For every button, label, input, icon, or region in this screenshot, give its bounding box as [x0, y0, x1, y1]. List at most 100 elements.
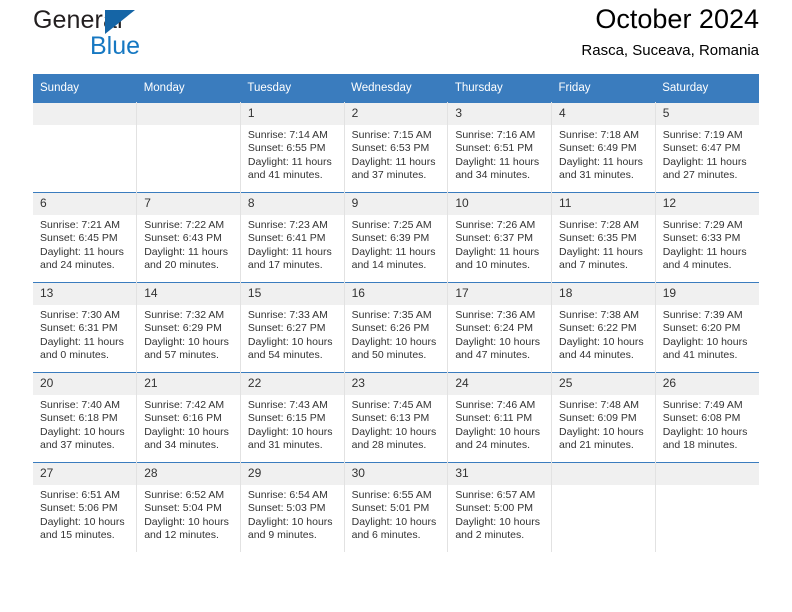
- day-number: [552, 463, 655, 485]
- day-number: 22: [240, 373, 344, 395]
- calendar-day-cell[interactable]: 5 Sunrise: 7:19 AM Sunset: 6:47 PM Daylight…: [654, 102, 759, 193]
- daylight-text-line1: Daylight: 11 hours: [40, 245, 124, 258]
- day-details: Sunrise: 7:15 AM Sunset: 6:53 PM Daylight:…: [345, 125, 448, 183]
- sunrise-text: Sunrise: 7:26 AM: [455, 219, 536, 231]
- daylight-text-line2: and 34 minutes.: [144, 439, 219, 452]
- sunrise-text: Sunrise: 6:52 AM: [144, 489, 225, 501]
- daylight-text-line2: and 14 minutes.: [351, 259, 427, 272]
- calendar-day-cell[interactable]: 7 Sunrise: 7:22 AM Sunset: 6:43 PM Daylight…: [136, 192, 241, 283]
- day-details: Sunrise: 7:29 AM Sunset: 6:33 PM Daylight:…: [656, 215, 759, 273]
- day-number: 11: [552, 193, 655, 215]
- calendar-day-cell[interactable]: 19 Sunrise: 7:39 AM Sunset: 6:20 PM Dayligh…: [654, 282, 759, 373]
- daylight-text-line1: Daylight: 10 hours: [247, 515, 333, 528]
- daylight-text-line1: Daylight: 10 hours: [559, 425, 644, 438]
- calendar-day-cell[interactable]: 27 Sunrise: 6:51 AM Sunset: 5:06 PM Dayligh…: [33, 462, 138, 552]
- sunrise-text: Sunrise: 7:25 AM: [351, 219, 432, 231]
- calendar-day-cell[interactable]: 6 Sunrise: 7:21 AM Sunset: 6:45 PM Daylight…: [33, 192, 138, 283]
- calendar-empty-cell: [136, 102, 241, 193]
- calendar-day-cell[interactable]: 20 Sunrise: 7:40 AM Sunset: 6:18 PM Dayligh…: [33, 372, 138, 463]
- calendar-day-cell[interactable]: 4 Sunrise: 7:18 AM Sunset: 6:49 PM Daylight…: [551, 102, 656, 193]
- daylight-text-line2: and 24 minutes.: [40, 259, 115, 272]
- day-number: 15: [240, 283, 344, 305]
- day-details: Sunrise: 6:57 AM Sunset: 5:00 PM Daylight:…: [448, 485, 551, 543]
- day-number: 17: [448, 283, 552, 305]
- sunrise-text: Sunrise: 7:16 AM: [455, 129, 536, 141]
- day-details: Sunrise: 7:32 AM Sunset: 6:29 PM Daylight:…: [137, 305, 240, 363]
- calendar-day-cell[interactable]: 8 Sunrise: 7:23 AM Sunset: 6:41 PM Daylight…: [239, 192, 345, 283]
- sunrise-text: Sunrise: 7:40 AM: [40, 399, 120, 411]
- calendar-empty-cell: [654, 462, 759, 552]
- calendar-day-cell[interactable]: 28 Sunrise: 6:52 AM Sunset: 5:04 PM Dayligh…: [136, 462, 241, 552]
- day-details: Sunrise: 7:43 AM Sunset: 6:15 PM Daylight:…: [241, 395, 344, 453]
- day-details: Sunrise: 7:30 AM Sunset: 6:31 PM Daylight:…: [33, 305, 136, 363]
- daylight-text-line1: Daylight: 10 hours: [455, 335, 540, 348]
- calendar-day-cell[interactable]: 3 Sunrise: 7:16 AM Sunset: 6:51 PM Daylight…: [447, 102, 553, 193]
- day-number: 10: [448, 193, 552, 215]
- sunrise-text: Sunrise: 7:49 AM: [662, 399, 743, 411]
- daylight-text-line1: Daylight: 11 hours: [455, 155, 540, 168]
- calendar-day-cell[interactable]: 2 Sunrise: 7:15 AM Sunset: 6:53 PM Daylight…: [343, 102, 449, 193]
- day-number: 14: [137, 283, 240, 305]
- calendar-day-cell[interactable]: 23 Sunrise: 7:45 AM Sunset: 6:13 PM Dayligh…: [343, 372, 449, 463]
- calendar-day-cell[interactable]: 22 Sunrise: 7:43 AM Sunset: 6:15 PM Dayligh…: [239, 372, 345, 463]
- calendar-day-cell[interactable]: 21 Sunrise: 7:42 AM Sunset: 6:16 PM Dayligh…: [136, 372, 241, 463]
- day-number: 19: [655, 283, 759, 305]
- calendar-week-row: 1 Sunrise: 7:14 AM Sunset: 6:55 PM Daylight…: [33, 102, 759, 193]
- calendar-day-cell[interactable]: 11 Sunrise: 7:28 AM Sunset: 6:35 PM Dayligh…: [551, 192, 656, 283]
- day-details: Sunrise: 6:55 AM Sunset: 5:01 PM Daylight:…: [345, 485, 448, 543]
- daylight-text-line2: and 15 minutes.: [40, 529, 115, 542]
- calendar-day-cell[interactable]: 17 Sunrise: 7:36 AM Sunset: 6:24 PM Dayligh…: [447, 282, 553, 373]
- page-subtitle: Rasca, Suceava, Romania: [581, 42, 759, 59]
- daylight-text-line1: Daylight: 10 hours: [144, 515, 229, 528]
- calendar-day-cell[interactable]: 13 Sunrise: 7:30 AM Sunset: 6:31 PM Dayligh…: [33, 282, 138, 373]
- calendar-day-cell[interactable]: 14 Sunrise: 7:32 AM Sunset: 6:29 PM Dayligh…: [136, 282, 241, 373]
- daylight-text-line1: Daylight: 10 hours: [662, 425, 748, 438]
- calendar-day-cell[interactable]: 9 Sunrise: 7:25 AM Sunset: 6:39 PM Daylight…: [343, 192, 449, 283]
- daylight-text-line2: and 54 minutes.: [247, 349, 323, 362]
- daylight-text-line2: and 20 minutes.: [144, 259, 219, 272]
- calendar-day-cell[interactable]: 10 Sunrise: 7:26 AM Sunset: 6:37 PM Dayligh…: [447, 192, 553, 283]
- daylight-text-line2: and 0 minutes.: [40, 349, 109, 362]
- day-number: 1: [240, 103, 344, 125]
- sunset-text: Sunset: 6:51 PM: [455, 142, 533, 155]
- day-details: Sunrise: 7:23 AM Sunset: 6:41 PM Daylight:…: [241, 215, 344, 273]
- calendar-day-cell[interactable]: 24 Sunrise: 7:46 AM Sunset: 6:11 PM Dayligh…: [447, 372, 553, 463]
- calendar-day-cell[interactable]: 25 Sunrise: 7:48 AM Sunset: 6:09 PM Dayligh…: [551, 372, 656, 463]
- daylight-text-line1: Daylight: 10 hours: [40, 425, 125, 438]
- calendar-day-cell[interactable]: 29 Sunrise: 6:54 AM Sunset: 5:03 PM Dayligh…: [239, 462, 345, 552]
- day-number: 24: [448, 373, 552, 395]
- day-number: 28: [137, 463, 240, 485]
- calendar-day-cell[interactable]: 15 Sunrise: 7:33 AM Sunset: 6:27 PM Dayligh…: [239, 282, 345, 373]
- sunrise-text: Sunrise: 7:42 AM: [144, 399, 225, 411]
- calendar-day-cell[interactable]: 1 Sunrise: 7:14 AM Sunset: 6:55 PM Daylight…: [239, 102, 345, 193]
- sunset-text: Sunset: 6:47 PM: [662, 142, 741, 155]
- sunrise-text: Sunrise: 7:22 AM: [144, 219, 225, 231]
- daylight-text-line1: Daylight: 11 hours: [144, 245, 229, 258]
- day-number: 6: [33, 193, 137, 215]
- sunset-text: Sunset: 6:45 PM: [40, 232, 118, 245]
- sunset-text: Sunset: 6:13 PM: [351, 412, 430, 425]
- sunrise-text: Sunrise: 7:38 AM: [559, 309, 639, 321]
- day-number: 4: [552, 103, 655, 125]
- daylight-text-line2: and 7 minutes.: [559, 259, 628, 272]
- sunset-text: Sunset: 6:16 PM: [144, 412, 222, 425]
- daylight-text-line1: Daylight: 10 hours: [144, 425, 229, 438]
- day-number: 5: [655, 103, 759, 125]
- sunset-text: Sunset: 6:31 PM: [40, 322, 118, 335]
- calendar-page: General Blue October 2024 Rasca, Suceava…: [0, 0, 792, 612]
- day-number: 23: [344, 373, 448, 395]
- page-title: October 2024: [595, 4, 759, 34]
- daylight-text-line1: Daylight: 11 hours: [351, 245, 436, 258]
- sunset-text: Sunset: 5:04 PM: [144, 502, 222, 515]
- calendar-day-cell[interactable]: 30 Sunrise: 6:55 AM Sunset: 5:01 PM Dayligh…: [343, 462, 449, 552]
- day-number: 3: [448, 103, 552, 125]
- calendar-day-cell[interactable]: 18 Sunrise: 7:38 AM Sunset: 6:22 PM Dayligh…: [551, 282, 656, 373]
- sunset-text: Sunset: 6:55 PM: [247, 142, 326, 155]
- calendar-day-cell[interactable]: 12 Sunrise: 7:29 AM Sunset: 6:33 PM Dayligh…: [654, 192, 759, 283]
- calendar-day-cell[interactable]: 16 Sunrise: 7:35 AM Sunset: 6:26 PM Dayligh…: [343, 282, 449, 373]
- daylight-text-line2: and 10 minutes.: [455, 259, 531, 272]
- calendar-day-cell[interactable]: 26 Sunrise: 7:49 AM Sunset: 6:08 PM Dayligh…: [654, 372, 759, 463]
- calendar-day-cell[interactable]: 31 Sunrise: 6:57 AM Sunset: 5:00 PM Dayligh…: [447, 462, 553, 552]
- daylight-text-line1: Daylight: 10 hours: [144, 335, 229, 348]
- day-details: Sunrise: 7:28 AM Sunset: 6:35 PM Daylight:…: [552, 215, 655, 273]
